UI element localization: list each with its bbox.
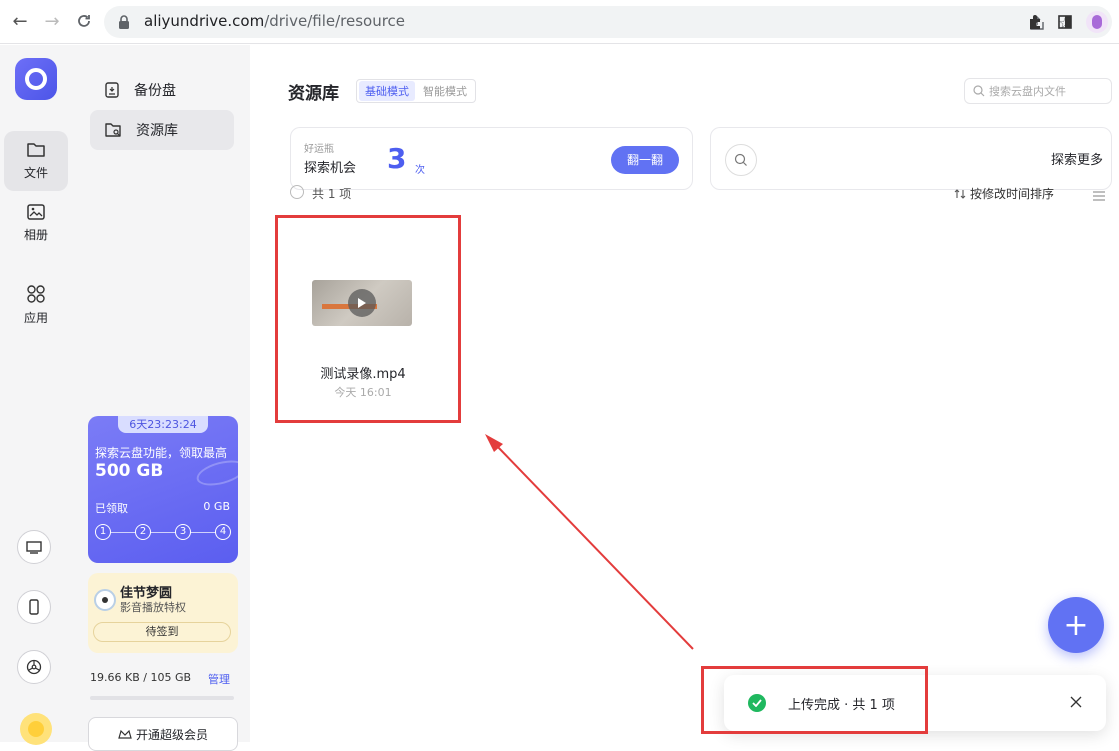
lucky-bottle-card: 好运瓶 探索机会 3 次 翻一翻 (290, 127, 693, 190)
manage-link[interactable]: 管理 (208, 671, 230, 687)
promo-step: 3 (175, 524, 191, 540)
mode-basic-tab[interactable]: 基础模式 (359, 81, 415, 101)
flip-button[interactable]: 翻一翻 (611, 146, 679, 174)
url-path: /drive/file/resource (264, 12, 406, 30)
select-all-checkbox[interactable] (290, 185, 304, 199)
sidebar-item-backup[interactable]: 备份盘 (90, 70, 234, 110)
promo-text: 探索云盘功能，领取最高 (95, 446, 228, 460)
mode-switch: 基础模式 智能模式 (356, 79, 476, 103)
browser-toolbar: ← → aliyundrive.com/drive/file/resource … (0, 0, 1119, 44)
app-logo[interactable] (15, 58, 57, 100)
lock-icon (118, 14, 130, 33)
lucky-small-label: 好运瓶 (304, 144, 334, 155)
profile-avatar-icon[interactable] (1086, 11, 1108, 33)
promo-step: 2 (135, 524, 151, 540)
search-placeholder: 搜索云盘内文件 (989, 85, 1066, 98)
user-avatar[interactable] (20, 713, 52, 745)
festival-card[interactable]: 佳节梦圆 影音播放特权 待签到 (88, 573, 238, 653)
rail-item-label: 文件 (23, 166, 48, 180)
settings-icon[interactable] (17, 650, 51, 684)
festival-subtitle: 影音播放特权 (120, 601, 186, 614)
reload-icon[interactable] (72, 9, 96, 33)
rail-item-label: 相册 (23, 228, 48, 242)
promo-steps: 1 2 3 4 (95, 524, 231, 540)
side-panel-icon[interactable] (1056, 13, 1074, 31)
back-icon[interactable]: ← (8, 9, 32, 33)
sidebar-item-label: 资源库 (136, 123, 178, 139)
extensions-icon[interactable] (1026, 13, 1044, 31)
app-rail: 文件 相册 应用 (0, 45, 72, 745)
folder-icon (26, 141, 46, 162)
promo-claimed-value: 0 GB (203, 500, 230, 513)
mobile-client-icon[interactable] (17, 590, 51, 624)
explore-card[interactable]: 探索更多 (710, 127, 1112, 190)
backup-disk-icon (104, 81, 120, 99)
rail-item-apps[interactable]: 应用 (4, 275, 68, 335)
close-icon[interactable] (1066, 692, 1086, 712)
list-view-icon[interactable] (1092, 187, 1106, 206)
storage-bar (90, 696, 234, 700)
item-count: 共 1 项 (312, 187, 352, 201)
promo-claimed-label: 已领取 (95, 502, 128, 515)
sidebar-item-label: 备份盘 (134, 83, 176, 99)
crown-icon (118, 728, 132, 740)
url-text: aliyundrive.com/drive/file/resource (144, 12, 405, 30)
rail-item-photos[interactable]: 相册 (4, 193, 68, 253)
explore-search-icon (725, 144, 757, 176)
plus-icon: + (1063, 607, 1089, 643)
sort-button[interactable]: 按修改时间排序 (954, 185, 1054, 202)
promo-step: 1 (95, 524, 111, 540)
eye-icon (94, 589, 116, 611)
forward-icon[interactable]: → (40, 9, 64, 33)
rail-item-label: 应用 (23, 311, 48, 325)
explore-label: 探索更多 (1050, 153, 1103, 168)
resource-folder-icon (104, 122, 122, 138)
promo-card[interactable]: 6天23:23:24 探索云盘功能，领取最高 500 GB 已领取 0 GB 1… (88, 416, 238, 563)
file-highlight-box (275, 215, 461, 423)
sort-icon (954, 188, 966, 200)
vip-button-label: 开通超级会员 (135, 727, 208, 742)
url-domain: aliyundrive.com (144, 12, 265, 30)
sidebar-item-resource[interactable]: 资源库 (90, 110, 234, 150)
address-bar[interactable]: aliyundrive.com/drive/file/resource ☆ (104, 6, 1112, 38)
planet-decoration (194, 455, 238, 491)
desktop-client-icon[interactable] (17, 530, 51, 564)
promo-amount: 500 GB (95, 461, 164, 481)
page-title: 资源库 (288, 84, 339, 104)
apps-icon (26, 284, 46, 307)
promo-step: 4 (215, 524, 231, 540)
vip-button[interactable]: 开通超级会员 (88, 717, 238, 751)
search-icon (973, 85, 985, 97)
checkin-button[interactable]: 待签到 (93, 622, 231, 642)
toast-highlight-box (701, 666, 928, 734)
lucky-label: 探索机会 (304, 161, 357, 176)
lucky-unit: 次 (415, 165, 425, 176)
storage-usage: 19.66 KB / 105 GB (90, 671, 192, 684)
photo-icon (26, 203, 46, 224)
rail-item-files[interactable]: 文件 (4, 131, 68, 191)
side-panel: 备份盘 资源库 6天23:23:24 探索云盘功能，领取最高 500 GB 已领… (72, 45, 250, 751)
mode-smart-tab[interactable]: 智能模式 (417, 81, 473, 101)
search-input[interactable]: 搜索云盘内文件 (964, 78, 1112, 104)
sort-label: 按修改时间排序 (970, 187, 1055, 201)
add-button[interactable]: + (1048, 597, 1104, 653)
promo-timer: 6天23:23:24 (118, 416, 208, 433)
lucky-count: 3 (387, 142, 407, 175)
